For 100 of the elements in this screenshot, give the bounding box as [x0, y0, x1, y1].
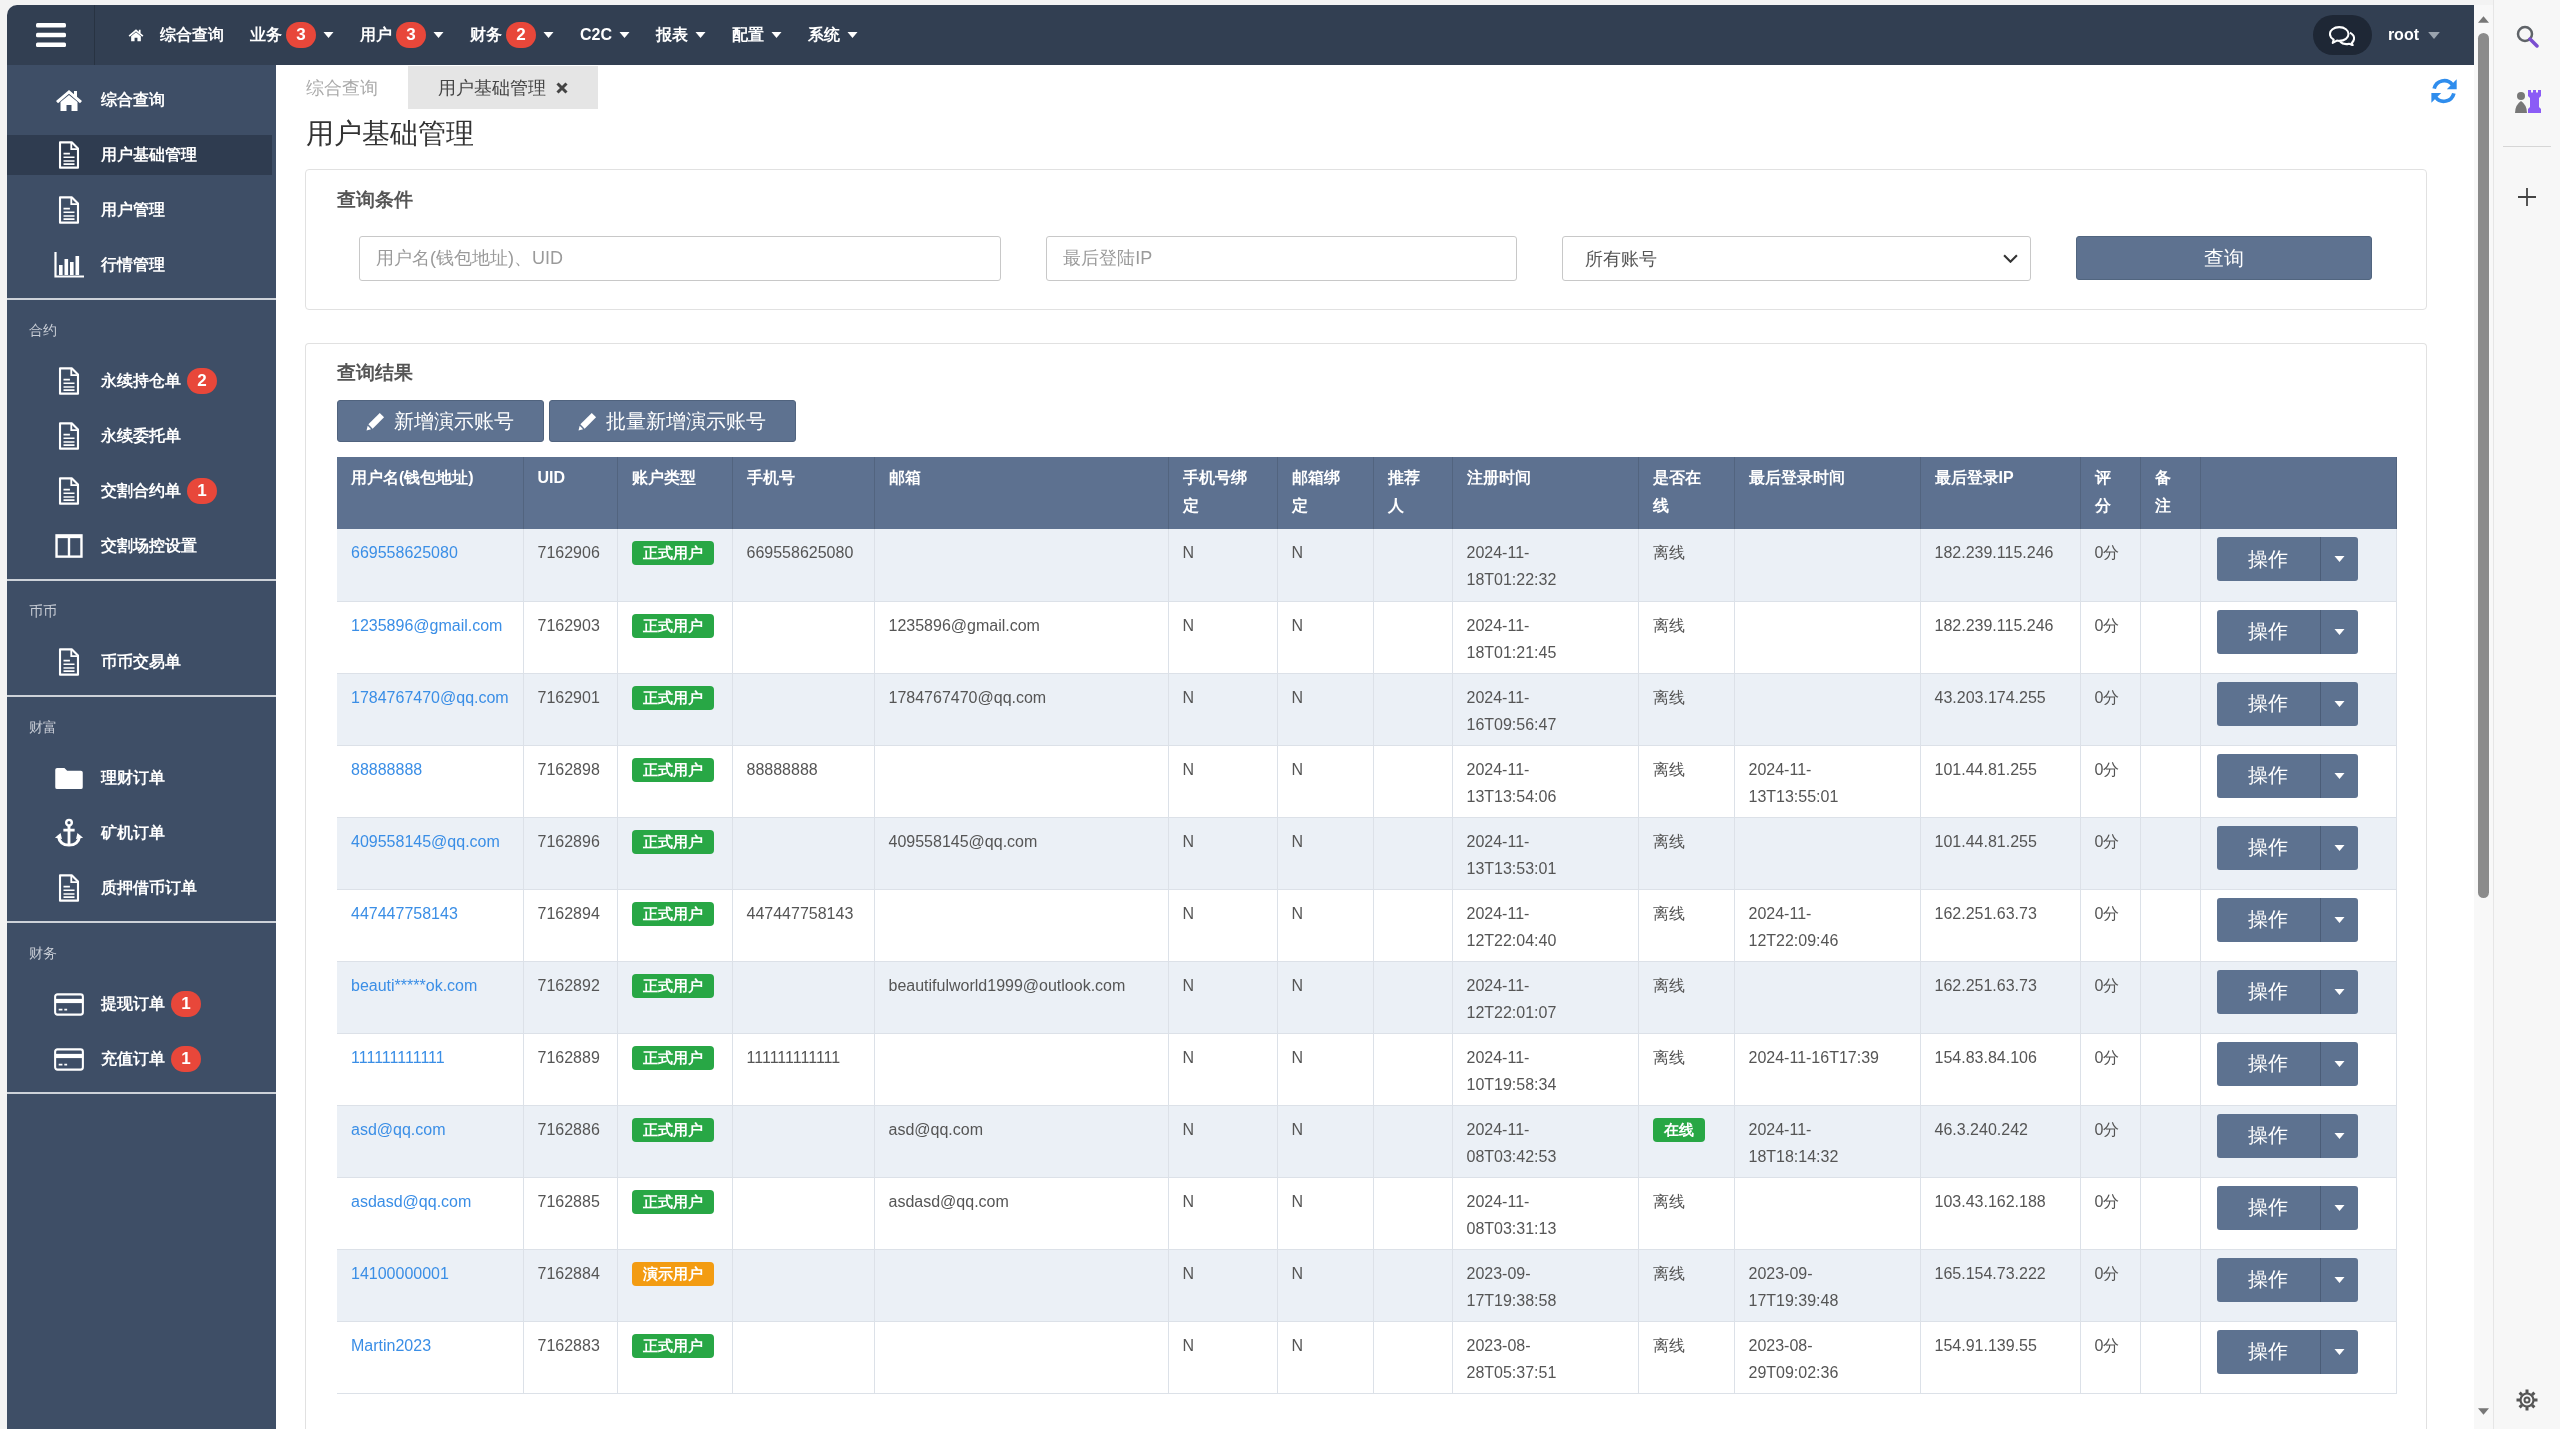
scroll-up-icon[interactable] [2478, 16, 2489, 23]
nav-menu-item[interactable]: 用户 3 [360, 22, 444, 48]
username-link[interactable]: asdasd@qq.com [351, 1192, 472, 1210]
username-link[interactable]: beauti*****ok.com [351, 976, 478, 994]
document-icon [58, 874, 80, 902]
caret-icon [433, 32, 444, 38]
sidebar-item[interactable]: 矿机订单 [7, 813, 272, 853]
scrollbar-thumb[interactable] [2478, 33, 2489, 898]
table-cell: 154.91.139.55 [1920, 1321, 2080, 1393]
nav-menu-item[interactable]: 报表 [656, 24, 706, 46]
dropdown-toggle-button[interactable] [2319, 1041, 2358, 1086]
username-link[interactable]: 1235896@gmail.com [351, 616, 503, 634]
dropdown-toggle-button[interactable] [2319, 1329, 2358, 1374]
sidebar-item[interactable]: 提现订单 1 [7, 984, 272, 1024]
caret-icon [2333, 628, 2345, 635]
dropdown-toggle-button[interactable] [2319, 1185, 2358, 1230]
action-button[interactable]: 操作 [2216, 969, 2320, 1014]
dropdown-toggle-button[interactable] [2319, 1257, 2358, 1302]
sidebar-item[interactable]: 质押借币订单 [7, 868, 272, 908]
settings-icon[interactable] [2515, 1388, 2539, 1412]
account-type-badge: 正式用户 [631, 901, 714, 926]
sidebar-item[interactable]: 用户管理 [7, 190, 272, 230]
username-link[interactable]: 447447758143 [351, 904, 458, 922]
dropdown-toggle-button[interactable] [2319, 1113, 2358, 1158]
dropdown-toggle-button[interactable] [2319, 681, 2358, 726]
table-cell: 2024-11-08T03:42:53 [1452, 1105, 1638, 1177]
caret-icon [2333, 844, 2345, 851]
username-link[interactable]: 111111111111 [351, 1048, 445, 1066]
username-link[interactable]: 669558625080 [351, 544, 458, 561]
dropdown-toggle-button[interactable] [2319, 825, 2358, 870]
action-button[interactable]: 操作 [2216, 825, 2320, 870]
action-button[interactable]: 操作 [2216, 897, 2320, 942]
table-cell: 0分 [2080, 1249, 2140, 1321]
sidebar-item[interactable]: 充值订单 1 [7, 1039, 272, 1079]
table-cell: 162.251.63.73 [1920, 961, 2080, 1033]
action-button[interactable]: 操作 [2216, 537, 2320, 581]
nav-menu-item[interactable]: 业务 3 [250, 22, 334, 48]
sidebar-item[interactable]: 交割合约单 1 [7, 471, 272, 511]
table-cell: 7162884 [523, 1249, 617, 1321]
refresh-icon[interactable] [2429, 76, 2459, 106]
sidebar-item[interactable]: 综合查询 [7, 80, 272, 120]
plus-icon[interactable] [2517, 187, 2537, 207]
dropdown-toggle-button[interactable] [2319, 753, 2358, 798]
add-account-button[interactable]: 新增演示账号 [337, 400, 544, 442]
scrollbar[interactable] [2474, 5, 2493, 1429]
add-account-button[interactable]: 批量新增演示账号 [549, 400, 796, 442]
scroll-down-icon[interactable] [2478, 1408, 2489, 1415]
table-cell: 2024-11-18T18:14:32 [1734, 1105, 1920, 1177]
action-button[interactable]: 操作 [2216, 1257, 2320, 1302]
action-button[interactable]: 操作 [2216, 1185, 2320, 1230]
table-cell: 7162894 [523, 889, 617, 961]
input-field[interactable]: 用户名(钱包地址)、UID [359, 236, 1002, 281]
nav-menu-item[interactable]: C2C [580, 26, 630, 44]
username-link[interactable]: asd@qq.com [351, 1120, 446, 1138]
dropdown-toggle-button[interactable] [2319, 537, 2358, 581]
chat-button[interactable] [2312, 15, 2372, 55]
sidebar-item[interactable]: 永续持仓单 2 [7, 361, 272, 401]
search-icon[interactable] [2515, 24, 2539, 48]
action-button[interactable]: 操作 [2216, 681, 2320, 726]
close-icon[interactable] [556, 81, 568, 94]
nav-menu-item[interactable]: 综合查询 [128, 24, 224, 46]
sidebar-item[interactable]: 交割场控设置 [7, 526, 272, 566]
input-field[interactable]: 最后登陆IP [1046, 236, 1517, 281]
count-badge: 2 [187, 368, 217, 394]
document-icon [58, 141, 80, 169]
table-cell: N [1168, 1249, 1277, 1321]
username-link[interactable]: 1784767470@qq.com [351, 688, 509, 706]
action-button[interactable]: 操作 [2216, 1041, 2320, 1086]
nav-menu-item[interactable]: 配置 [732, 24, 782, 46]
dropdown-toggle-button[interactable] [2319, 969, 2358, 1014]
anchor-icon [54, 818, 84, 848]
nav-menu-item[interactable]: 财务 2 [470, 22, 554, 48]
dropdown-toggle-button[interactable] [2319, 897, 2358, 942]
table-cell: N [1168, 673, 1277, 745]
nav-menu-item[interactable]: 系统 [808, 24, 858, 46]
username-link[interactable]: 88888888 [351, 760, 423, 778]
action-button[interactable]: 操作 [2216, 1329, 2320, 1374]
user-menu[interactable]: root [2387, 26, 2440, 44]
action-button[interactable]: 操作 [2216, 609, 2320, 654]
caret-icon [771, 32, 782, 38]
username-link[interactable]: 14100000001 [351, 1264, 449, 1282]
sidebar-item[interactable]: 行情管理 [7, 245, 272, 285]
home-icon [55, 88, 83, 112]
table-cell: N [1277, 1321, 1373, 1393]
table-cell: 7162901 [523, 673, 617, 745]
account-filter-select[interactable]: 所有账号 [1561, 236, 2031, 281]
table-cell: N [1277, 889, 1373, 961]
table-cell: 0分 [2080, 745, 2140, 817]
page-tab[interactable]: 用户基础管理 [408, 66, 598, 109]
action-button[interactable]: 操作 [2216, 1113, 2320, 1158]
account-type-badge: 正式用户 [631, 685, 714, 710]
sidebar-item[interactable]: 永续委托单 [7, 416, 272, 456]
sidebar-item[interactable]: 理财订单 [7, 758, 272, 798]
action-button[interactable]: 操作 [2216, 753, 2320, 798]
username-link[interactable]: 409558145@qq.com [351, 832, 500, 850]
username-link[interactable]: Martin2023 [351, 1336, 432, 1354]
sidebar-item[interactable]: 用户基础管理 [7, 135, 272, 175]
dropdown-toggle-button[interactable] [2319, 609, 2358, 654]
search-button[interactable]: 查询 [2075, 236, 2372, 280]
sidebar-item[interactable]: 币币交易单 [7, 642, 272, 682]
